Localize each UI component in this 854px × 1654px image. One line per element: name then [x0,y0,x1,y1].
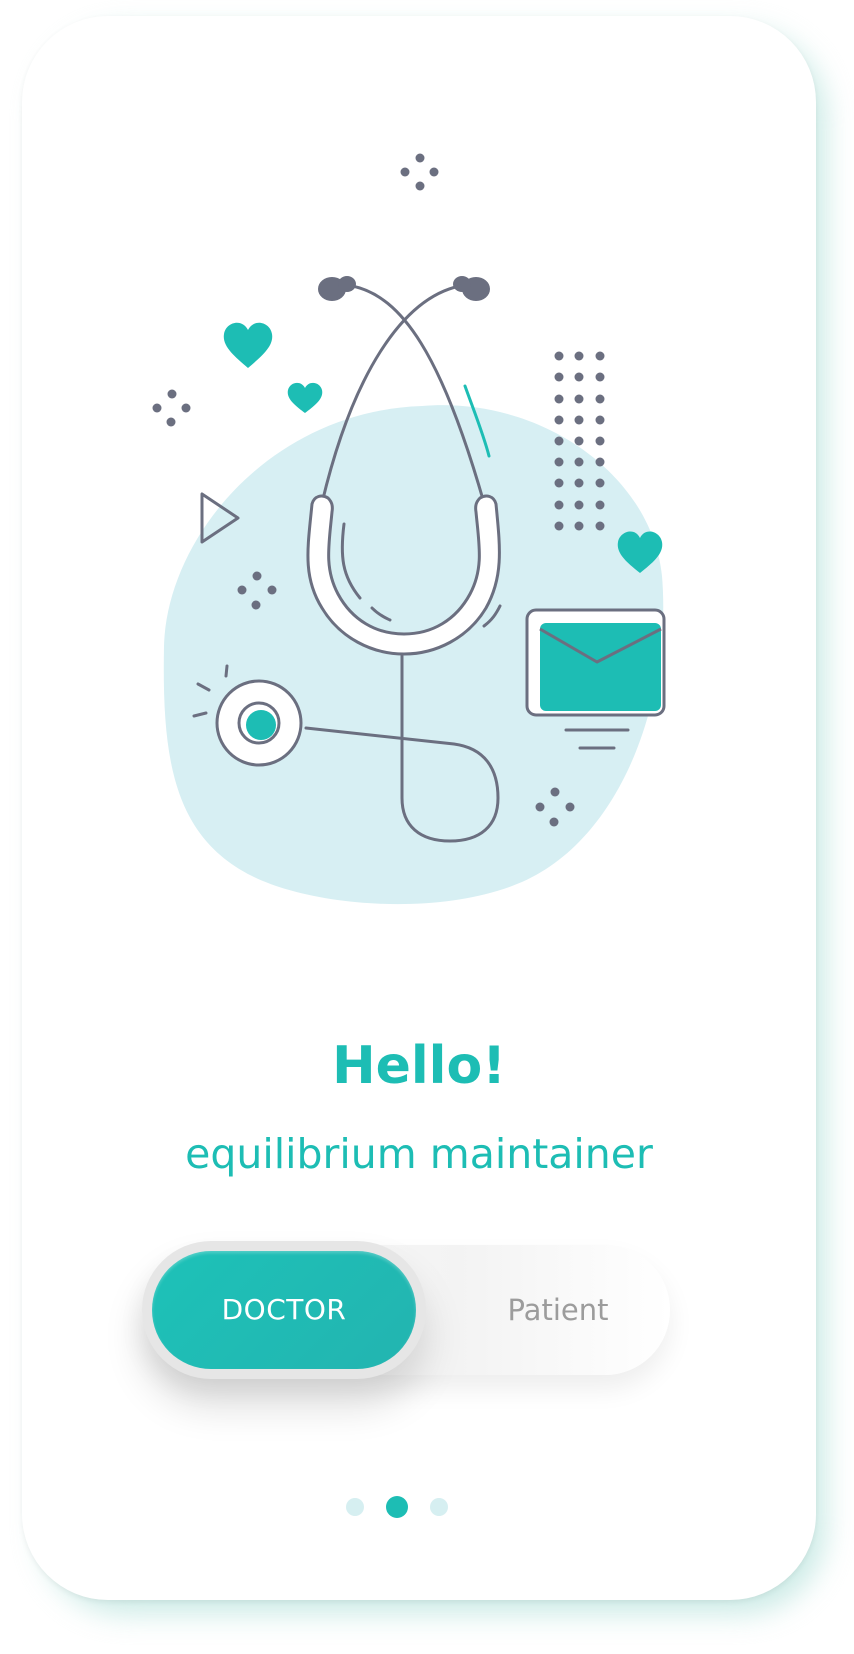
stethoscope-illustration [152,153,666,905]
dot-grid-icon [554,351,605,531]
patient-option[interactable]: Patient [457,1245,659,1375]
heart-icon [287,382,323,413]
page-dot-active[interactable] [386,1496,408,1518]
dot-cluster-icon [152,389,191,427]
doctor-option-button[interactable]: DOCTOR [152,1251,416,1369]
dot-cluster-icon [400,153,439,191]
greeting-subtitle: equilibrium maintainer [185,1130,653,1178]
page-indicator [0,1496,794,1518]
page-dot[interactable] [430,1498,448,1516]
page-dot[interactable] [346,1498,364,1516]
greeting-title: Hello! [332,1036,506,1096]
heart-icon [223,322,273,368]
